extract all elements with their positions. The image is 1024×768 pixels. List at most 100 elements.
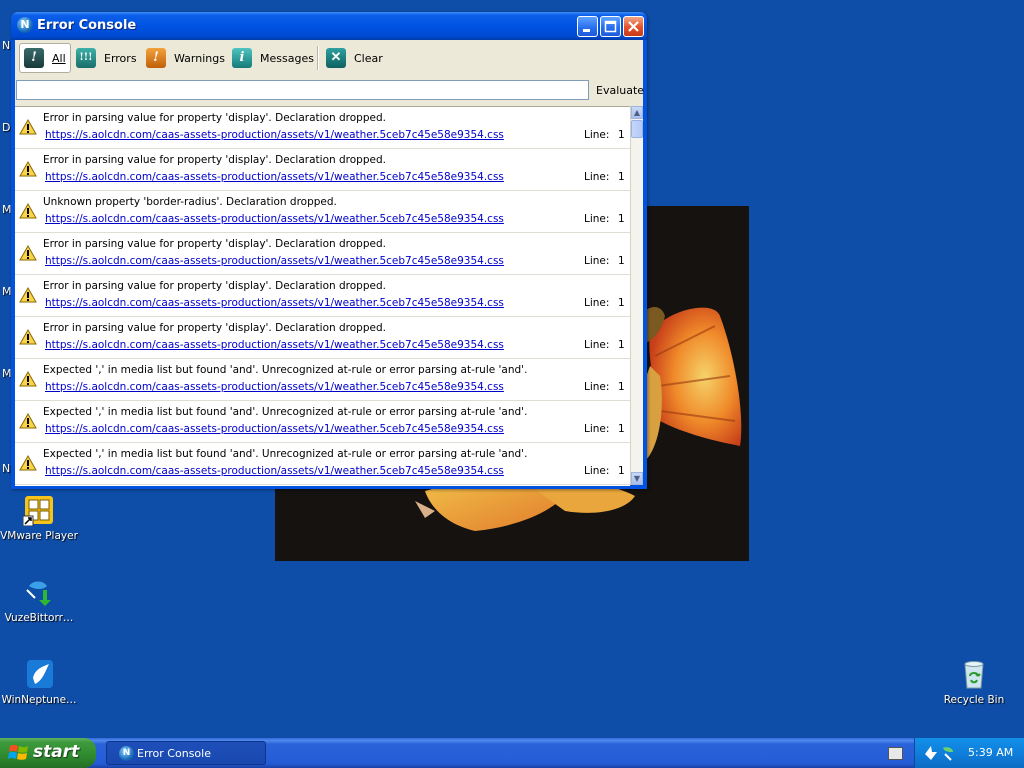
desktop-edge-label: D: [2, 121, 11, 134]
system-tray: 5:39 AM: [914, 738, 1024, 768]
entry-source-link[interactable]: https://s.aolcdn.com/caas-assets-product…: [45, 213, 504, 225]
entry-message: Error in parsing value for property 'dis…: [43, 280, 386, 292]
entry-line-label: Line:: [584, 129, 610, 141]
console-entry[interactable]: Error in parsing value for property 'dis…: [15, 149, 630, 191]
entry-source-link[interactable]: https://s.aolcdn.com/caas-assets-product…: [45, 171, 504, 183]
recycle-bin-label: Recycle Bin: [943, 694, 1005, 706]
entry-message: Unknown property 'border-radius'. Declar…: [43, 196, 337, 208]
scroll-up-button[interactable]: ▲: [631, 106, 643, 119]
entry-source-link[interactable]: https://s.aolcdn.com/caas-assets-product…: [45, 255, 504, 267]
entry-source-link[interactable]: https://s.aolcdn.com/caas-assets-product…: [45, 381, 504, 393]
entry-line-label: Line:: [584, 423, 610, 435]
taskbar-error-console[interactable]: N Error Console: [106, 741, 266, 765]
all-icon: !: [24, 48, 44, 68]
warning-icon: [19, 328, 37, 348]
windows-logo-icon: [8, 744, 28, 760]
filter-all-button[interactable]: ! All: [19, 43, 71, 73]
warnings-icon: !: [146, 48, 166, 68]
console-entry[interactable]: Expected ',' in media list but found 'an…: [15, 443, 630, 485]
desktop-edge-label: N: [2, 39, 11, 52]
title-bar[interactable]: N Error Console: [11, 12, 647, 40]
entry-line-number: 1: [618, 213, 625, 225]
keyboard-icon[interactable]: [888, 747, 903, 760]
maximize-button[interactable]: [600, 16, 621, 37]
entry-line-number: 1: [618, 339, 625, 351]
warning-icon: [19, 412, 37, 432]
start-label: start: [33, 742, 80, 762]
start-button[interactable]: start: [0, 738, 96, 768]
recycle-bin[interactable]: Recycle Bin: [934, 658, 1014, 706]
vmware-icon: [22, 494, 55, 527]
error-console-window: N Error Console ! All !!! Errors ! Warni…: [11, 12, 647, 489]
filter-errors-button[interactable]: !!! Errors: [72, 43, 137, 73]
console-toolbar: ! All !!! Errors ! Warnings i Messages ✕…: [15, 40, 643, 76]
window-title: Error Console: [37, 18, 137, 33]
entry-source-link[interactable]: https://s.aolcdn.com/caas-assets-product…: [45, 129, 504, 141]
filter-warnings-button[interactable]: ! Warnings: [142, 43, 225, 73]
entry-message: Expected ',' in media list but found 'an…: [43, 448, 528, 460]
entry-line-label: Line:: [584, 255, 610, 267]
entry-line-number: 1: [618, 423, 625, 435]
scroll-thumb[interactable]: [631, 120, 643, 138]
entry-line-number: 1: [618, 297, 625, 309]
close-icon: [628, 21, 639, 32]
console-entry[interactable]: Expected ',' in media list but found 'an…: [15, 401, 630, 443]
entry-line-label: Line:: [584, 465, 610, 477]
vmware-player-shortcut[interactable]: VMware Player: [0, 494, 79, 542]
entry-message: Error in parsing value for property 'dis…: [43, 322, 386, 334]
entry-source-link[interactable]: https://s.aolcdn.com/caas-assets-product…: [45, 339, 504, 351]
entry-line-number: 1: [618, 465, 625, 477]
console-entry[interactable]: Error in parsing value for property 'dis…: [15, 317, 630, 359]
vmware-label: VMware Player: [0, 530, 78, 542]
winneptune-icon: [23, 658, 55, 690]
entry-line-number: 1: [618, 255, 625, 267]
warning-icon: [19, 202, 37, 222]
taskbar-item-label: Error Console: [137, 747, 211, 760]
entry-source-link[interactable]: https://s.aolcdn.com/caas-assets-product…: [45, 465, 504, 477]
filter-messages-button[interactable]: i Messages: [228, 43, 314, 73]
entry-line-label: Line:: [584, 297, 610, 309]
console-entry[interactable]: Unknown property 'border-radius'. Declar…: [15, 191, 630, 233]
entry-line-label: Line:: [584, 381, 610, 393]
evaluate-button[interactable]: Evaluate: [596, 84, 644, 97]
evaluate-row: Evaluate: [15, 77, 644, 105]
console-entry[interactable]: Error in parsing value for property 'dis…: [15, 275, 630, 317]
vuze-shortcut[interactable]: VuzeBittorr…: [0, 576, 79, 624]
filter-warnings-label: Warnings: [174, 51, 225, 65]
app-icon: N: [119, 746, 134, 761]
warning-icon: [19, 370, 37, 390]
console-entry[interactable]: Error in parsing value for property 'dis…: [15, 233, 630, 275]
scroll-down-button[interactable]: ▼: [631, 472, 643, 485]
desktop-edge-label: N: [2, 462, 11, 475]
clear-label: Clear: [354, 51, 383, 65]
entry-message: Expected ',' in media list but found 'an…: [43, 406, 528, 418]
entry-message: Error in parsing value for property 'dis…: [43, 238, 386, 250]
entry-line-label: Line:: [584, 339, 610, 351]
tray-vuze-icon: [943, 747, 953, 752]
entry-line-number: 1: [618, 381, 625, 393]
filter-messages-label: Messages: [260, 51, 314, 65]
entry-line-number: 1: [618, 129, 625, 141]
close-button[interactable]: [623, 16, 644, 37]
console-entry[interactable]: Expected ',' in media list but found 'an…: [15, 359, 630, 401]
tray-network-icon: [925, 746, 937, 760]
clear-button[interactable]: ✕ Clear: [322, 43, 383, 73]
filter-all-label: All: [52, 51, 66, 65]
entry-source-link[interactable]: https://s.aolcdn.com/caas-assets-product…: [45, 423, 504, 435]
winneptune-shortcut[interactable]: WinNeptune…: [0, 658, 79, 706]
vuze-label: VuzeBittorr…: [4, 612, 74, 624]
console-message-list[interactable]: Error in parsing value for property 'dis…: [15, 106, 630, 486]
minimize-button[interactable]: [577, 16, 598, 37]
warning-icon: [19, 160, 37, 180]
entry-message: Error in parsing value for property 'dis…: [43, 154, 386, 166]
entry-source-link[interactable]: https://s.aolcdn.com/caas-assets-product…: [45, 297, 504, 309]
entry-line-number: 1: [618, 171, 625, 183]
entry-message: Expected ',' in media list but found 'an…: [43, 364, 528, 376]
warning-icon: [19, 118, 37, 138]
evaluate-input[interactable]: [16, 80, 589, 100]
vertical-scrollbar[interactable]: ▲ ▼: [630, 106, 643, 485]
toolbar-separator: [317, 46, 319, 70]
warning-icon: [19, 244, 37, 264]
warning-icon: [19, 286, 37, 306]
console-entry[interactable]: Error in parsing value for property 'dis…: [15, 107, 630, 149]
